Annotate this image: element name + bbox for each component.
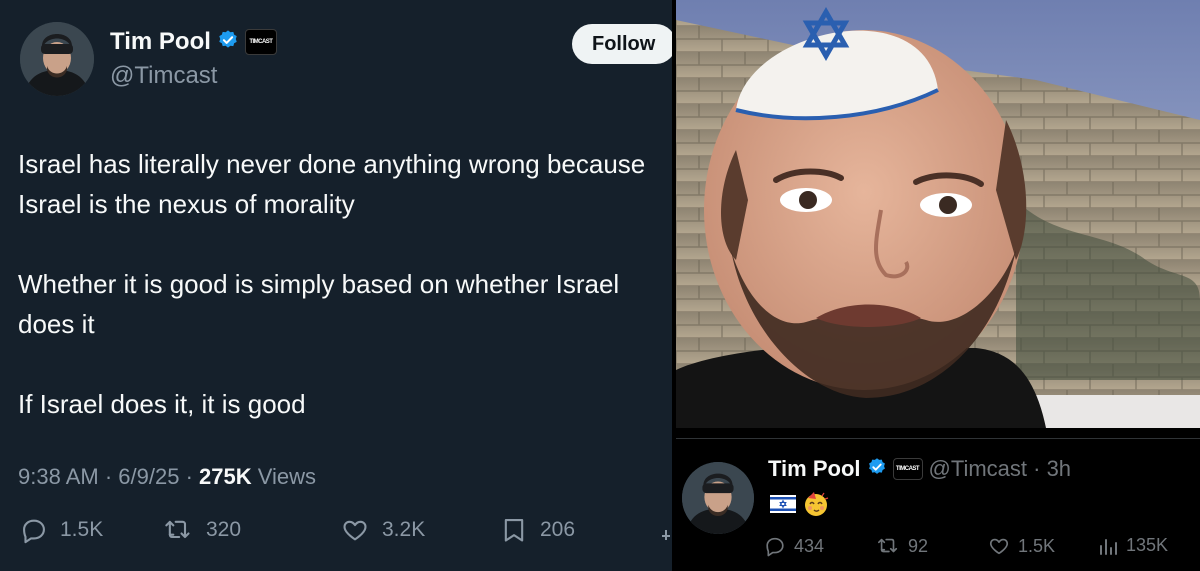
like-icon (988, 535, 1010, 557)
repost-icon (162, 516, 194, 544)
tweet-date[interactable]: 6/9/25 (118, 464, 179, 489)
tweet-paragraph: Israel has literally never done anything… (18, 149, 646, 219)
reply-button[interactable]: 434 (764, 535, 824, 557)
like-count: 3.2K (382, 518, 426, 541)
follow-button[interactable]: Follow (572, 24, 672, 64)
views-icon (1098, 536, 1118, 556)
israel-flag-icon (770, 495, 796, 518)
tweet-time[interactable]: 9:38 AM (18, 464, 99, 489)
author-name-row: Tim Pool TIMCAST @Timcast · 3h (768, 456, 1071, 482)
repost-button[interactable]: 320 (162, 516, 241, 544)
action-bar: 434 92 1.5K 135K (764, 535, 1194, 563)
like-button[interactable]: 3.2K (340, 516, 425, 544)
verified-icon (867, 457, 887, 482)
reply-icon (764, 535, 786, 557)
tweet-card: Tim Pool TIMCAST @Timcast Follow Israel … (0, 0, 672, 571)
verified-icon (217, 29, 239, 56)
reply-icon (20, 516, 48, 544)
action-bar: 1.5K 320 3.2K 206 (20, 516, 672, 552)
separator (676, 438, 1200, 439)
like-icon (340, 516, 370, 544)
partying-face-icon (802, 490, 830, 523)
display-name[interactable]: Tim Pool (110, 28, 211, 56)
views-label: Views (257, 464, 317, 489)
meta-separator: · (185, 464, 193, 489)
author-handle[interactable]: @Timcast (110, 62, 217, 90)
bookmark-button[interactable]: 206 (500, 516, 575, 544)
repost-icon (876, 535, 900, 557)
tweet-text: Israel has literally never done anything… (18, 144, 658, 424)
handle-and-time[interactable]: @Timcast · 3h (929, 456, 1072, 482)
repost-button[interactable]: 92 (876, 535, 928, 557)
share-icon[interactable] (660, 528, 672, 548)
reply-panel: Tim Pool TIMCAST @Timcast · 3h 434 92 1.… (676, 0, 1200, 571)
post-image[interactable] (676, 0, 1200, 428)
post-text (770, 490, 830, 523)
affiliate-badge[interactable]: TIMCAST (892, 458, 923, 480)
bookmark-icon (500, 516, 528, 544)
affiliate-badge[interactable]: TIMCAST (244, 29, 277, 55)
avatar[interactable] (682, 462, 754, 534)
views-button[interactable]: 135K (1098, 535, 1168, 556)
reply-count: 434 (794, 535, 825, 556)
bookmark-count: 206 (540, 518, 576, 541)
avatar[interactable] (20, 22, 94, 96)
author-name-row: Tim Pool TIMCAST (110, 28, 277, 56)
meta-separator: · (104, 464, 113, 489)
tweet-meta: 9:38 AM · 6/9/25 · 275K Views (18, 464, 316, 490)
views-count: 135K (1126, 535, 1169, 555)
display-name[interactable]: Tim Pool (768, 456, 861, 482)
tweet-paragraph: Whether it is good is simply based on wh… (18, 269, 620, 339)
like-button[interactable]: 1.5K (988, 535, 1055, 557)
views-count: 275K (199, 464, 252, 489)
repost-count: 320 (206, 518, 242, 541)
repost-count: 92 (908, 535, 929, 556)
like-count: 1.5K (1018, 535, 1056, 556)
tweet-paragraph: If Israel does it, it is good (18, 389, 306, 419)
reply-count: 1.5K (60, 518, 104, 541)
reply-button[interactable]: 1.5K (20, 516, 103, 544)
